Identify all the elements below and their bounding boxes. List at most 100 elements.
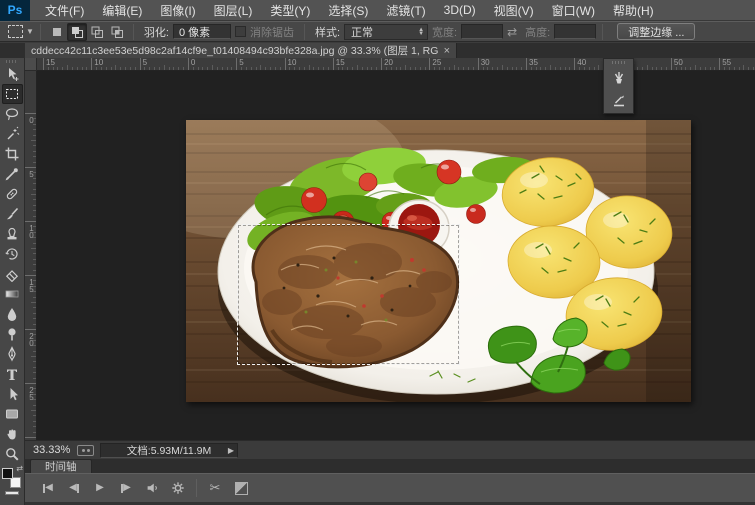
foreground-color-swatch[interactable]	[2, 468, 13, 479]
scissors-icon: ✂	[210, 480, 221, 496]
clone-source-panel-button[interactable]	[606, 89, 631, 112]
style-dropdown[interactable]: 正常 ▲▼	[344, 24, 428, 40]
lasso-icon	[4, 106, 20, 122]
menu-select[interactable]: 选择(S)	[319, 0, 377, 21]
close-icon[interactable]: ×	[444, 46, 450, 56]
swap-dimensions-icon[interactable]: ⇄	[507, 25, 517, 39]
path-selection-tool[interactable]	[2, 384, 23, 404]
intersect-selection-icon	[110, 25, 124, 39]
tools-panel: ⇄	[0, 58, 25, 505]
menu-view[interactable]: 视图(V)	[485, 0, 543, 21]
blur-drop-icon	[4, 306, 20, 322]
status-expand-icon[interactable]: ▶	[228, 446, 234, 455]
menu-file[interactable]: 文件(F)	[36, 0, 93, 21]
brush-panel-icon	[611, 70, 627, 86]
shape-tool[interactable]	[2, 404, 23, 424]
menu-edit[interactable]: 编辑(E)	[93, 0, 151, 21]
history-brush-tool[interactable]	[2, 244, 23, 264]
lasso-tool[interactable]	[2, 104, 23, 124]
play-button[interactable]: ▶	[88, 478, 112, 498]
magic-wand-tool[interactable]	[2, 124, 23, 144]
feather-label: 羽化:	[144, 24, 169, 40]
eraser-tool[interactable]	[2, 264, 23, 284]
tool-preset-picker[interactable]: ▼	[8, 25, 34, 38]
clone-stamp-tool[interactable]	[2, 224, 23, 244]
status-pages-icon	[77, 445, 94, 456]
gradient-tool[interactable]	[2, 284, 23, 304]
type-tool[interactable]	[2, 364, 23, 384]
brush-tool[interactable]	[2, 204, 23, 224]
refine-edge-button[interactable]: 调整边缘 ...	[617, 23, 695, 40]
move-icon	[4, 66, 20, 82]
healing-brush-tool[interactable]	[2, 184, 23, 204]
add-to-selection-button[interactable]	[67, 23, 87, 41]
swap-colors-icon[interactable]: ⇄	[16, 464, 23, 473]
brush-panel-button[interactable]	[606, 66, 631, 89]
first-frame-button[interactable]: ◀	[36, 478, 60, 498]
timeline-panel: ◀ ◀ ▶ ▶ ✂	[25, 473, 755, 505]
style-value: 正常	[351, 24, 373, 40]
previous-frame-button[interactable]: ◀	[62, 478, 86, 498]
eraser-icon	[4, 266, 20, 282]
menu-bar: Ps 文件(F) 编辑(E) 图像(I) 图层(L) 类型(Y) 选择(S) 滤…	[0, 0, 755, 21]
crop-icon	[4, 146, 20, 162]
play-icon: ▶	[96, 483, 104, 493]
feather-input[interactable]: 0 像素	[173, 24, 231, 39]
pen-tool[interactable]	[2, 344, 23, 364]
dodge-tool[interactable]	[2, 324, 23, 344]
divider	[133, 24, 134, 40]
eyedropper-tool[interactable]	[2, 164, 23, 184]
healing-brush-icon	[4, 186, 20, 202]
panel-grip[interactable]	[612, 61, 626, 64]
rectangular-marquee-tool[interactable]	[2, 84, 23, 104]
timeline-settings-button[interactable]	[166, 478, 190, 498]
menu-help[interactable]: 帮助(H)	[604, 0, 663, 21]
menu-type[interactable]: 类型(Y)	[261, 0, 319, 21]
subtract-from-selection-button[interactable]	[87, 23, 107, 41]
new-selection-button[interactable]	[47, 23, 67, 41]
add-selection-icon	[70, 25, 84, 39]
zoom-tool[interactable]	[2, 444, 23, 464]
transition-icon	[235, 482, 248, 495]
split-clip-button[interactable]: ✂	[203, 478, 227, 498]
clone-source-panel-icon	[611, 93, 627, 109]
move-tool[interactable]	[2, 64, 23, 84]
options-bar: ▼ 羽化: 0 像素 消除锯齿 样式: 正常 ▲▼ 宽度: ⇄ 高度: 调整	[0, 21, 755, 42]
mute-audio-button[interactable]	[140, 478, 164, 498]
food-photo	[186, 120, 691, 402]
menu-window[interactable]: 窗口(W)	[543, 0, 604, 21]
panel-grip[interactable]	[6, 60, 18, 63]
document-tab[interactable]: cddecc42c11c3ee53e5d98c2af14cf9e_t014084…	[25, 43, 457, 58]
height-label: 高度:	[525, 24, 550, 40]
canvas-area[interactable]: 151050510152025303540455055 051015202530	[25, 58, 755, 440]
document-image[interactable]	[186, 120, 691, 402]
menu-layer[interactable]: 图层(L)	[205, 0, 262, 21]
zoom-level-field[interactable]: 33.33%	[33, 444, 73, 456]
transition-button[interactable]	[229, 478, 253, 498]
new-selection-icon	[50, 25, 64, 39]
spinner-arrows-icon: ▲▼	[418, 28, 424, 36]
document-info-field[interactable]: 文档:5.93M/11.9M ▶	[100, 443, 238, 458]
divider	[40, 24, 41, 40]
color-swatches[interactable]: ⇄	[2, 466, 22, 488]
height-input[interactable]	[554, 24, 596, 39]
menu-filter[interactable]: 滤镜(T)	[377, 0, 434, 21]
crop-tool[interactable]	[2, 144, 23, 164]
photoshop-window: Ps 文件(F) 编辑(E) 图像(I) 图层(L) 类型(Y) 选择(S) 滤…	[0, 0, 755, 505]
antialias-checkbox[interactable]	[235, 26, 246, 37]
style-label: 样式:	[315, 24, 340, 40]
menu-image[interactable]: 图像(I)	[151, 0, 204, 21]
timeline-tab[interactable]: 时间轴	[30, 459, 92, 473]
intersect-selection-button[interactable]	[107, 23, 127, 41]
quick-mask-bar[interactable]	[5, 491, 19, 495]
menu-3d[interactable]: 3D(D)	[435, 0, 485, 21]
next-frame-button[interactable]: ▶	[114, 478, 138, 498]
blur-tool[interactable]	[2, 304, 23, 324]
vertical-ruler: 051015202530	[25, 71, 37, 440]
clone-stamp-icon	[4, 226, 20, 242]
status-bar: 33.33% 文档:5.93M/11.9M ▶	[25, 440, 755, 459]
path-select-icon	[4, 386, 20, 402]
width-input[interactable]	[461, 24, 503, 39]
hand-tool[interactable]	[2, 424, 23, 444]
antialias-label: 消除锯齿	[250, 24, 294, 40]
